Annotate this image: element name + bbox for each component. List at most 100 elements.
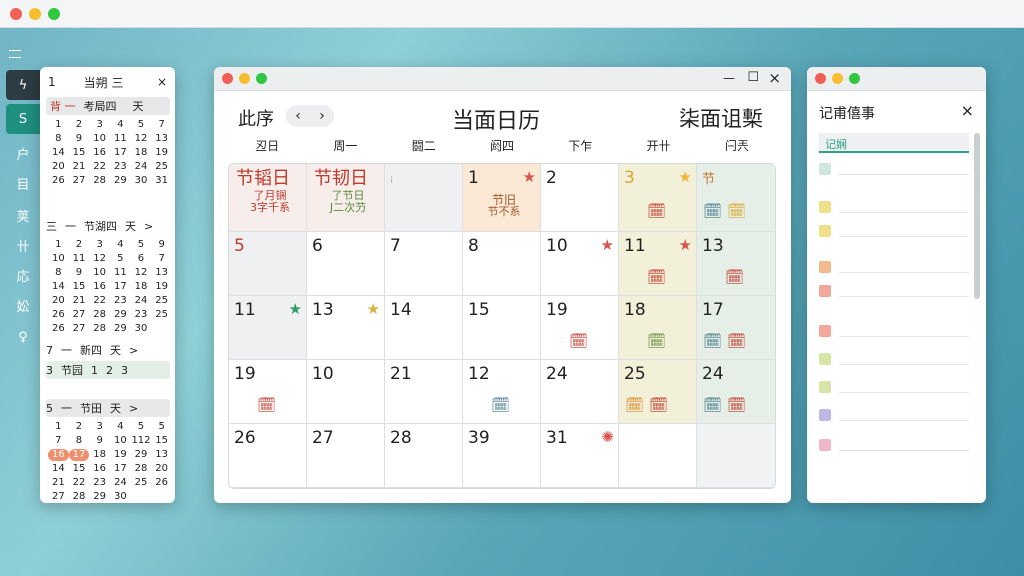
day-cell[interactable]: 31 ✺ — [541, 424, 619, 488]
mini-day[interactable]: 10 — [89, 267, 110, 279]
mini-day[interactable]: 11 — [69, 253, 90, 265]
mini-day[interactable]: 12 — [131, 133, 152, 145]
mini-day[interactable]: 25 — [151, 161, 172, 173]
day-cell[interactable]: 5 — [229, 232, 307, 296]
close-icon[interactable]: × — [157, 75, 167, 89]
sidebar-item-7[interactable]: 応 — [6, 260, 40, 290]
mini-day[interactable]: 15 — [69, 281, 90, 293]
chevron-right-icon[interactable]: › — [319, 108, 325, 124]
mini-day[interactable]: 11 — [110, 267, 131, 279]
note-row[interactable] — [819, 261, 969, 273]
minimize-dot[interactable] — [239, 73, 250, 84]
mini-day[interactable]: 26 — [48, 175, 69, 187]
day-cell[interactable]: 10 — [307, 360, 385, 424]
mini-day[interactable]: 7 — [151, 253, 172, 265]
mini-day[interactable]: 18 — [131, 281, 152, 293]
mini-day[interactable]: 24 — [110, 477, 131, 489]
nav-pill[interactable]: ‹ › — [286, 105, 334, 127]
sidebar-item-9[interactable]: ♀ — [6, 322, 40, 352]
mini-day[interactable]: 23 — [89, 477, 110, 489]
mini-day[interactable]: 4 — [110, 421, 131, 433]
close-window-dot[interactable] — [10, 8, 22, 20]
day-cell[interactable]: 17 🗓 🗓 — [697, 296, 775, 360]
day-cell[interactable]: 10 ★ — [541, 232, 619, 296]
day-cell[interactable]: 3 ★ 🗓 — [619, 164, 697, 232]
day-cell[interactable]: 节 🗓 🗓 — [697, 164, 775, 232]
mini-day[interactable]: 5 — [110, 253, 131, 265]
mini-day[interactable]: 17 — [110, 281, 131, 293]
day-cell[interactable]: 1 ★ 节旧 节不系 — [463, 164, 541, 232]
mini-day[interactable]: 5 — [131, 421, 152, 433]
mini-day[interactable]: 10 — [89, 133, 110, 145]
mini-day[interactable]: 21 — [69, 161, 90, 173]
mini-day[interactable]: 112 — [131, 435, 152, 447]
day-cell[interactable] — [697, 424, 775, 488]
mini-day[interactable]: 28 — [89, 309, 110, 321]
mini-day[interactable]: 14 — [48, 281, 69, 293]
mini-day[interactable]: 3 — [89, 119, 110, 131]
day-cell[interactable]: 27 — [307, 424, 385, 488]
day-cell[interactable]: 2 — [541, 164, 619, 232]
mini-day[interactable]: 17 — [110, 147, 131, 159]
mini-day[interactable]: 20 — [48, 295, 69, 307]
mini-day[interactable]: 29 — [110, 175, 131, 187]
close-icon[interactable]: × — [961, 101, 974, 120]
mini-day[interactable]: 2 — [69, 119, 90, 131]
mini-day[interactable]: 28 — [89, 323, 110, 335]
mini-day[interactable]: 28 — [131, 463, 152, 475]
minimize-window-dot[interactable] — [29, 8, 41, 20]
mini-day[interactable]: 18 — [131, 147, 152, 159]
mini-day[interactable]: 5 — [131, 239, 152, 251]
day-cell[interactable]: 26 — [229, 424, 307, 488]
note-row[interactable] — [819, 409, 969, 421]
notes-zoom-dot[interactable] — [849, 73, 860, 84]
sidebar-item-5[interactable]: 荚 — [6, 200, 40, 230]
mini-day[interactable]: 28 — [89, 175, 110, 187]
mini-day[interactable]: 17 — [110, 463, 131, 475]
mini-day[interactable]: 23 — [131, 309, 152, 321]
mini-day[interactable]: 4 — [110, 239, 131, 251]
sidebar-item-4[interactable]: 目 — [6, 168, 40, 198]
mini-day[interactable]: 1 — [48, 421, 69, 433]
day-cell[interactable]: 节韧日 了节日 J二次芀 — [307, 164, 385, 232]
mini-day[interactable]: 30 — [110, 491, 131, 503]
day-cell[interactable]: 25 🗓 🗓 — [619, 360, 697, 424]
mini-day[interactable]: 10 — [110, 435, 131, 447]
note-row[interactable] — [819, 353, 969, 365]
day-cell[interactable]: 24 — [541, 360, 619, 424]
mini-day[interactable]: 3 — [89, 421, 110, 433]
note-row[interactable] — [819, 381, 969, 393]
sidebar-item-8[interactable]: 妐 — [6, 290, 40, 320]
day-cell[interactable]: 15 — [463, 296, 541, 360]
note-row[interactable] — [819, 225, 969, 237]
hamburger-icon[interactable] — [9, 50, 21, 58]
mini-day[interactable]: 27 — [69, 309, 90, 321]
mini-day[interactable]: 14 — [48, 147, 69, 159]
mini-day[interactable]: 24 — [131, 295, 152, 307]
mini-day[interactable]: 9 — [69, 133, 90, 145]
mini-day[interactable]: 14 — [48, 463, 69, 475]
sidebar-item-s[interactable]: S — [6, 104, 40, 134]
day-cell[interactable]: 19 🗓 — [541, 296, 619, 360]
day-cell[interactable] — [619, 424, 697, 488]
mini-day[interactable]: 17 — [68, 449, 90, 461]
mini-day[interactable]: 25 — [151, 295, 172, 307]
close-icon[interactable]: × — [768, 69, 781, 87]
mini-day[interactable]: 5 — [131, 119, 152, 131]
mini-day[interactable]: 7 — [48, 435, 69, 447]
close-dot[interactable] — [222, 73, 233, 84]
mini-day[interactable]: 15 — [69, 147, 90, 159]
mini-day[interactable]: 27 — [48, 491, 69, 503]
mini-day[interactable]: 7 — [151, 119, 172, 131]
mini-day[interactable]: 19 — [151, 147, 172, 159]
mini-day[interactable]: 16 — [89, 281, 110, 293]
mini-day[interactable]: 19 — [110, 449, 131, 461]
mini-day[interactable]: 29 — [110, 309, 131, 321]
mini-day[interactable]: 28 — [69, 491, 90, 503]
mini-day[interactable]: 22 — [69, 477, 90, 489]
day-cell[interactable]: 21 — [385, 360, 463, 424]
mini-day[interactable]: 20 — [151, 463, 172, 475]
mini-day[interactable]: 27 — [69, 175, 90, 187]
mini-day[interactable]: 31 — [151, 175, 172, 187]
sidebar-item-6[interactable]: 卄 — [6, 230, 40, 260]
